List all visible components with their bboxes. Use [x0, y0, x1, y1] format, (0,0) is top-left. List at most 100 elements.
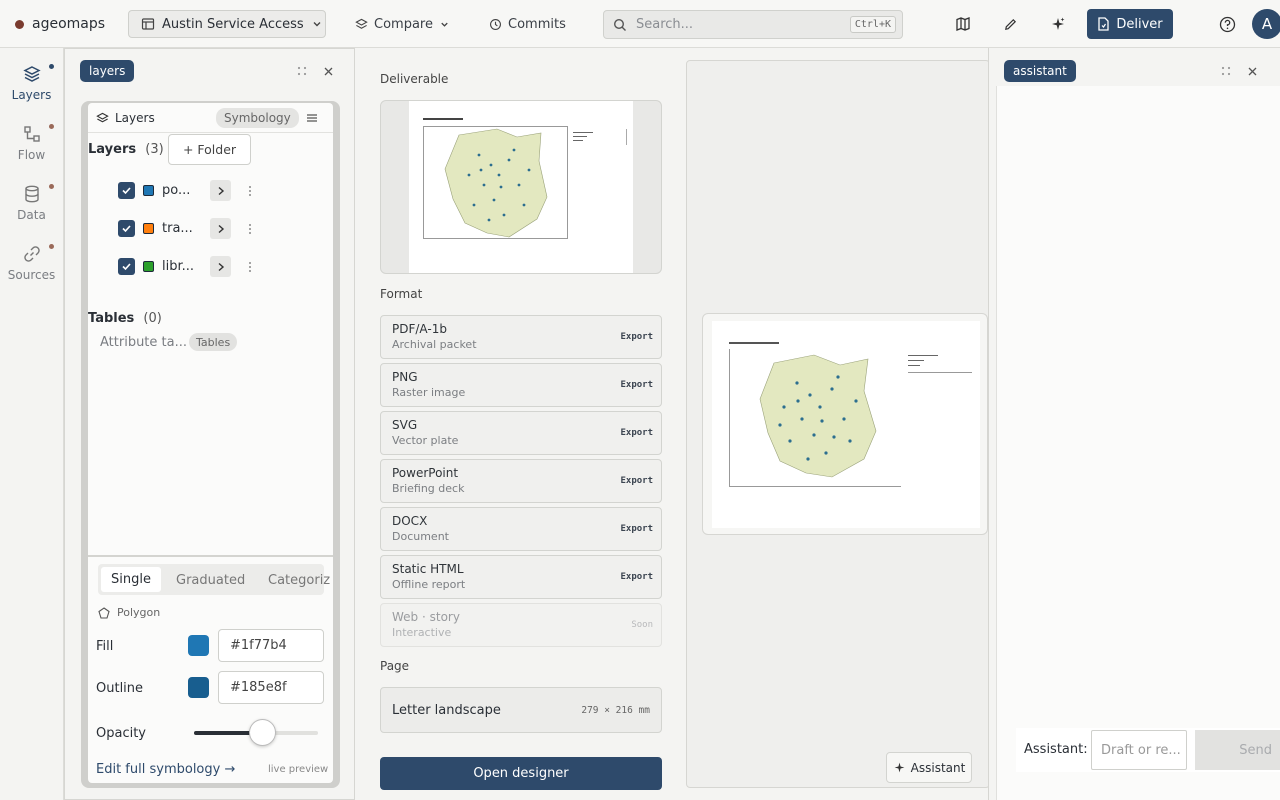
fill-color-swatch[interactable] [188, 635, 209, 656]
project-name: Austin Service Access [162, 16, 304, 32]
search-input[interactable]: Search... Ctrl+K [603, 10, 903, 39]
format-option-png[interactable]: PNG Raster image Export [380, 363, 662, 407]
assistant-input[interactable]: Draft or re... [1091, 730, 1187, 770]
notification-dot [49, 124, 54, 129]
assistant-button[interactable]: Assistant [886, 752, 972, 783]
tab-symbology[interactable]: Symbology [216, 108, 299, 128]
help-button[interactable] [1216, 13, 1238, 35]
layer-checkbox[interactable] [118, 258, 135, 275]
preview-title-mark [729, 342, 779, 344]
notification-dot [49, 244, 54, 249]
format-desc: Raster image [392, 386, 466, 399]
ai-sparkle-button[interactable] [1047, 13, 1069, 35]
drag-handle-icon[interactable] [296, 65, 308, 77]
format-option-svg[interactable]: SVG Vector plate Export [380, 411, 662, 455]
format-option-static-html[interactable]: Static HTML Offline report Export [380, 555, 662, 599]
notification-dot [49, 64, 54, 69]
app-brand[interactable]: ageomaps [15, 15, 105, 33]
format-option-pdf[interactable]: PDF/A-1b Archival packet Export [380, 315, 662, 359]
more-vertical-icon[interactable] [248, 261, 252, 273]
left-rail: Layers Flow Data Sources [0, 48, 64, 800]
drag-handle-icon[interactable] [1220, 65, 1232, 77]
tables-badge[interactable]: Tables [189, 333, 238, 351]
format-name: PDF/A-1b [392, 322, 447, 336]
outline-color-swatch[interactable] [188, 677, 209, 698]
tab-single[interactable]: Single [101, 567, 161, 592]
rail-item-data[interactable]: Data [0, 178, 63, 234]
edit-symbology-link[interactable]: Edit full symbology → [96, 762, 235, 777]
deliverable-thumbnail[interactable] [380, 100, 662, 274]
page-size-selector[interactable]: Letter landscape 279 × 216 mm [380, 687, 662, 733]
export-button[interactable]: Export [620, 524, 653, 534]
layer-checkbox[interactable] [118, 220, 135, 237]
compare-menu[interactable]: Compare [355, 10, 450, 38]
format-option-powerpoint[interactable]: PowerPoint Briefing deck Export [380, 459, 662, 503]
layer-row[interactable]: po... [118, 180, 252, 201]
expand-button[interactable] [210, 256, 231, 277]
layer-name: tra... [162, 221, 193, 236]
panel-tab-assistant[interactable]: assistant [1004, 60, 1076, 82]
export-button[interactable]: Export [620, 476, 653, 486]
layer-name: po... [162, 183, 191, 198]
polygon-icon [98, 606, 110, 619]
rail-item-layers[interactable]: Layers [0, 58, 63, 114]
export-button[interactable]: Export [620, 428, 653, 438]
project-selector[interactable]: Austin Service Access [128, 10, 326, 38]
menu-icon[interactable] [306, 112, 318, 124]
more-vertical-icon[interactable] [248, 223, 252, 235]
layers-header: Layers [96, 111, 155, 125]
divider [88, 555, 333, 557]
add-folder-button[interactable]: + Folder [168, 134, 251, 165]
expand-button[interactable] [210, 218, 231, 239]
search-icon [613, 18, 627, 32]
database-icon [22, 184, 42, 204]
layers-icon [96, 112, 109, 125]
divider [88, 132, 333, 133]
layer-checkbox[interactable] [118, 182, 135, 199]
close-icon[interactable] [323, 66, 334, 77]
format-label: Format [380, 287, 423, 301]
geometry-label: Polygon [117, 606, 161, 619]
help-icon [1219, 16, 1236, 33]
deliver-label: Deliver [1116, 16, 1163, 32]
rail-item-flow[interactable]: Flow [0, 118, 63, 174]
thumbnail-title-mark [423, 118, 463, 120]
layer-row[interactable]: tra... [118, 218, 252, 239]
outline-hex-input[interactable]: #185e8f [218, 671, 324, 704]
send-button[interactable]: Send [1195, 730, 1280, 770]
open-designer-button[interactable]: Open designer [380, 757, 662, 790]
export-button[interactable]: Export [620, 380, 653, 390]
search-placeholder: Search... [636, 17, 694, 32]
map-view-button[interactable] [952, 13, 974, 35]
more-vertical-icon[interactable] [248, 185, 252, 197]
format-name: PNG [392, 370, 418, 384]
tab-graduated[interactable]: Graduated [176, 573, 245, 588]
tab-categorize[interactable]: Categorize [268, 573, 330, 588]
format-option-docx[interactable]: DOCX Document Export [380, 507, 662, 551]
notification-dot [49, 184, 54, 189]
page-preview[interactable] [702, 313, 988, 535]
thumbnail-map [444, 128, 548, 238]
close-icon[interactable] [1247, 66, 1258, 77]
deliver-button[interactable]: Deliver [1087, 9, 1173, 39]
page-dimensions: 279 × 216 mm [581, 705, 650, 716]
avatar[interactable]: A [1252, 9, 1280, 39]
panel-tab-layers[interactable]: layers [80, 60, 135, 82]
expand-button[interactable] [210, 180, 231, 201]
edit-button[interactable] [999, 13, 1021, 35]
format-name: SVG [392, 418, 418, 432]
opacity-slider-knob[interactable] [249, 719, 277, 746]
export-button[interactable]: Export [620, 572, 653, 582]
rail-label: Layers [11, 88, 52, 102]
commits-button[interactable]: Commits [489, 10, 566, 38]
preview-legend [908, 353, 972, 373]
format-desc: Document [392, 530, 449, 543]
rail-item-sources[interactable]: Sources [0, 238, 63, 294]
pencil-icon [1003, 17, 1018, 32]
assistant-body [996, 86, 1280, 800]
layer-row[interactable]: libr... [118, 256, 252, 277]
fill-hex-input[interactable]: #1f77b4 [218, 629, 324, 662]
layers-heading-label: Layers [88, 142, 137, 157]
export-button[interactable]: Export [620, 332, 653, 342]
map-icon [955, 16, 971, 32]
